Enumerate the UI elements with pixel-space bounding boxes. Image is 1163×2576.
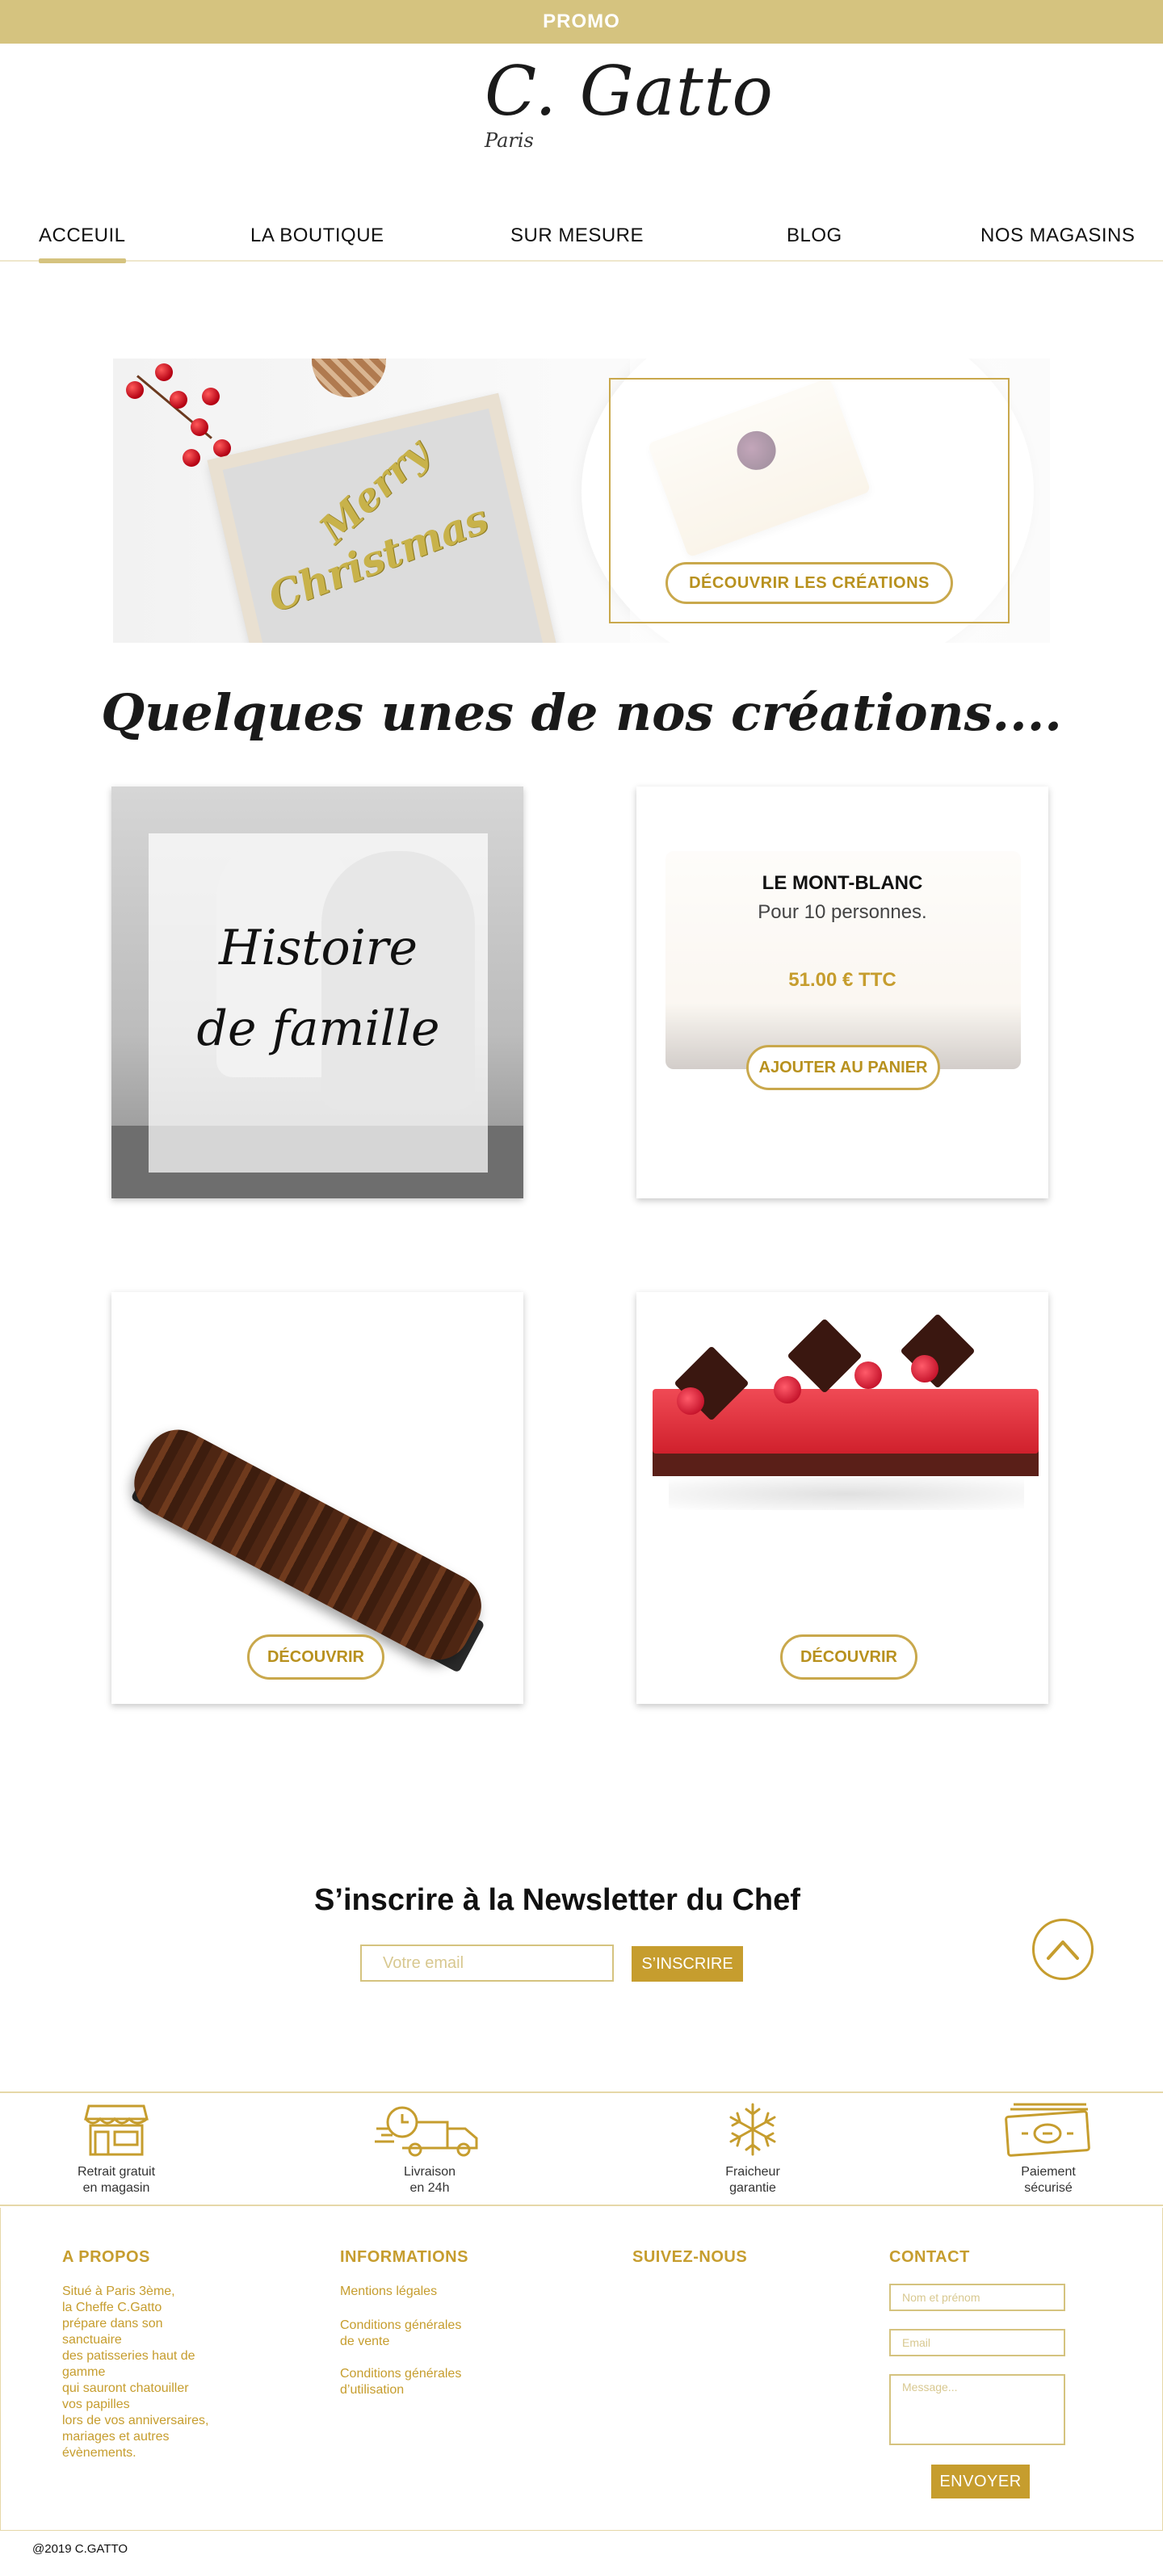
- delivery-truck-icon: [375, 2106, 478, 2157]
- feature-freshness-label: Fraicheur garantie: [725, 2165, 780, 2195]
- logo-city: Paris: [485, 129, 534, 152]
- feature-pickup: Retrait gratuit en magasin: [36, 2101, 197, 2196]
- banknote-icon: [1005, 2103, 1090, 2157]
- discover-creations-button[interactable]: DÉCOUVRIR LES CRÉATIONS: [665, 562, 953, 604]
- product-name: LE MONT-BLANC: [762, 872, 923, 894]
- card-veil: [636, 787, 1048, 1198]
- scroll-to-top-button[interactable]: [1032, 1919, 1094, 1980]
- product-card-buche[interactable]: DÉCOUVRIR: [111, 1292, 523, 1704]
- hero-banner: Merry Christmas DÉCOUVRIR LES CRÉATIONS: [113, 359, 1050, 643]
- raspberry: [911, 1355, 938, 1382]
- holly-berry: [213, 439, 231, 457]
- feature-delivery: Livraison en 24h: [349, 2101, 510, 2196]
- cake-shadow: [669, 1478, 1024, 1510]
- footer-about-text: Situé à Paris 3ème, la Cheffe C.Gatto pr…: [62, 2284, 209, 2460]
- family-story-line-2: de famille: [196, 1001, 440, 1057]
- add-to-cart-button[interactable]: AJOUTER AU PANIER: [746, 1045, 940, 1090]
- feature-freshness: Fraicheur garantie: [672, 2101, 833, 2196]
- promo-label: PROMO: [543, 10, 620, 32]
- raspberry: [677, 1387, 704, 1415]
- feature-delivery-label: Livraison en 24h: [403, 2165, 456, 2195]
- discover-button[interactable]: DÉCOUVRIR: [247, 1634, 384, 1680]
- family-story-title: Histoire de famille: [149, 908, 488, 1069]
- product-description: Pour 10 personnes.: [758, 901, 927, 923]
- features-bar: Retrait gratuit en magasin Livraison en …: [0, 2091, 1163, 2206]
- feature-payment-label: Paiement sécurisé: [1021, 2165, 1076, 2195]
- logo-name: C. Gatto: [485, 52, 774, 131]
- holly-berry: [170, 391, 187, 409]
- contact-email-input[interactable]: [889, 2329, 1065, 2356]
- contact-name-input[interactable]: [889, 2284, 1065, 2311]
- chevron-up-icon: [1047, 1940, 1079, 1960]
- christmas-board: Merry Christmas: [207, 392, 561, 643]
- feature-payment: Paiement sécurisé: [968, 2101, 1129, 2196]
- footer-link-cgv[interactable]: Conditions générales de vente: [340, 2318, 461, 2350]
- snowflake-icon: [729, 2103, 776, 2156]
- product-card-raspberry-cake[interactable]: DÉCOUVRIR: [636, 1292, 1048, 1704]
- feature-pickup-label: Retrait gratuit en magasin: [77, 2165, 156, 2195]
- footer-info-title: INFORMATIONS: [340, 2248, 468, 2266]
- brand-logo[interactable]: C. Gatto Paris: [452, 52, 773, 165]
- holly-berry: [155, 363, 173, 381]
- contact-message-input[interactable]: [889, 2374, 1065, 2445]
- contact-send-button[interactable]: ENVOYER: [931, 2465, 1030, 2498]
- footer-about-title: A PROPOS: [62, 2248, 150, 2266]
- holly-berry: [202, 388, 220, 405]
- chocolate-square: [900, 1313, 976, 1389]
- family-story-card[interactable]: Histoire de famille: [111, 787, 523, 1198]
- family-story-line-1: Histoire: [219, 920, 418, 976]
- nav-item-magasins[interactable]: NOS MAGASINS: [980, 224, 1135, 247]
- footer-link-legal[interactable]: Mentions légales: [340, 2284, 437, 2300]
- newsletter-subscribe-button[interactable]: S’INSCRIRE: [632, 1946, 743, 1982]
- holly-berry: [183, 449, 200, 467]
- holly-berry: [126, 381, 144, 399]
- newsletter-email-input[interactable]: [360, 1945, 614, 1982]
- footer-social-title: SUIVEZ-NOUS: [632, 2248, 748, 2266]
- newsletter-title: S’inscrire à la Newsletter du Chef: [314, 1883, 800, 1917]
- main-nav: ACCEUIL LA BOUTIQUE SUR MESURE BLOG NOS …: [0, 202, 1163, 263]
- pinecone-decoration: [312, 359, 386, 397]
- nav-item-boutique[interactable]: LA BOUTIQUE: [250, 224, 384, 247]
- raspberry: [854, 1361, 882, 1389]
- promo-banner[interactable]: PROMO: [0, 0, 1163, 44]
- product-price: 51.00 € TTC: [788, 969, 896, 991]
- section-title: Quelques unes de nos créations....: [101, 683, 1062, 742]
- footer: A PROPOS Situé à Paris 3ème, la Cheffe C…: [0, 2208, 1163, 2531]
- footer-link-cgu[interactable]: Conditions générales d’utilisation: [340, 2366, 461, 2398]
- copyright: @2019 C.GATTO: [32, 2542, 128, 2556]
- buche-image: [123, 1418, 493, 1672]
- nav-item-accueil[interactable]: ACCEUIL: [39, 224, 126, 263]
- shop-icon: [84, 2104, 149, 2156]
- holly-berry: [191, 418, 208, 436]
- discover-button[interactable]: DÉCOUVRIR: [780, 1634, 917, 1680]
- nav-item-blog[interactable]: BLOG: [787, 224, 842, 247]
- product-card-mont-blanc[interactable]: LE MONT-BLANC Pour 10 personnes. 51.00 €…: [636, 787, 1048, 1198]
- nav-item-sur-mesure[interactable]: SUR MESURE: [510, 224, 644, 247]
- raspberry: [774, 1376, 801, 1403]
- footer-contact-title: CONTACT: [889, 2248, 970, 2266]
